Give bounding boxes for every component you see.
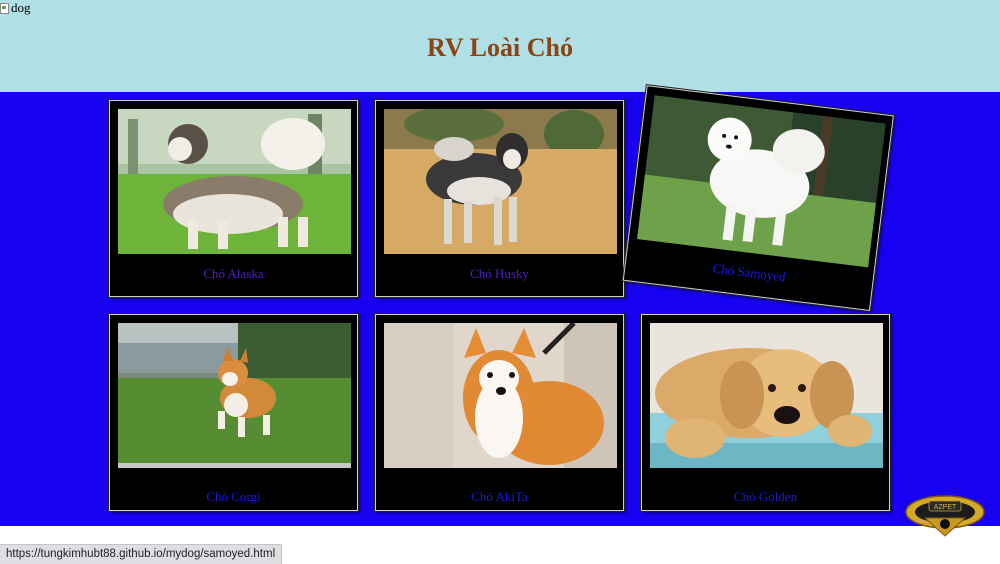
card-alaska[interactable]: Chó Alaska bbox=[109, 100, 358, 297]
broken-dog-image: dog bbox=[0, 0, 31, 16]
broken-image-alt: dog bbox=[11, 0, 31, 15]
samoyed-photo bbox=[636, 95, 886, 268]
card-corgi[interactable]: Chó Corgi bbox=[109, 314, 358, 511]
card-label: Chó Alaska bbox=[203, 266, 264, 281]
golden-photo bbox=[650, 323, 883, 468]
husky-photo bbox=[384, 109, 617, 254]
dog-gallery: Chó Alaska Chó Husky Chó Samoyed Chó Cor… bbox=[0, 85, 1000, 526]
card-label: Chó Corgi bbox=[206, 489, 261, 504]
card-samoyed[interactable]: Chó Samoyed bbox=[622, 85, 894, 311]
card-label: Chó AkiTa bbox=[471, 489, 528, 504]
status-bar-url: https://tungkimhubt88.github.io/mydog/sa… bbox=[0, 544, 283, 564]
page-title: RV Loài Chó bbox=[427, 33, 573, 62]
card-akita[interactable]: Chó AkiTa bbox=[375, 314, 624, 511]
page-header: RV Loài Chó bbox=[0, 0, 1000, 92]
akita-photo bbox=[384, 323, 617, 468]
card-label: Chó Golden bbox=[733, 489, 798, 504]
broken-image-icon bbox=[0, 2, 9, 14]
card-husky[interactable]: Chó Husky bbox=[375, 100, 624, 297]
card-label: Chó Husky bbox=[470, 266, 529, 281]
corgi-photo bbox=[118, 323, 351, 468]
azpet-logo[interactable]: AZPET bbox=[905, 490, 985, 538]
logo-text: AZPET bbox=[934, 504, 957, 511]
alaska-photo bbox=[118, 109, 351, 254]
card-golden[interactable]: Chó Golden bbox=[641, 314, 890, 511]
